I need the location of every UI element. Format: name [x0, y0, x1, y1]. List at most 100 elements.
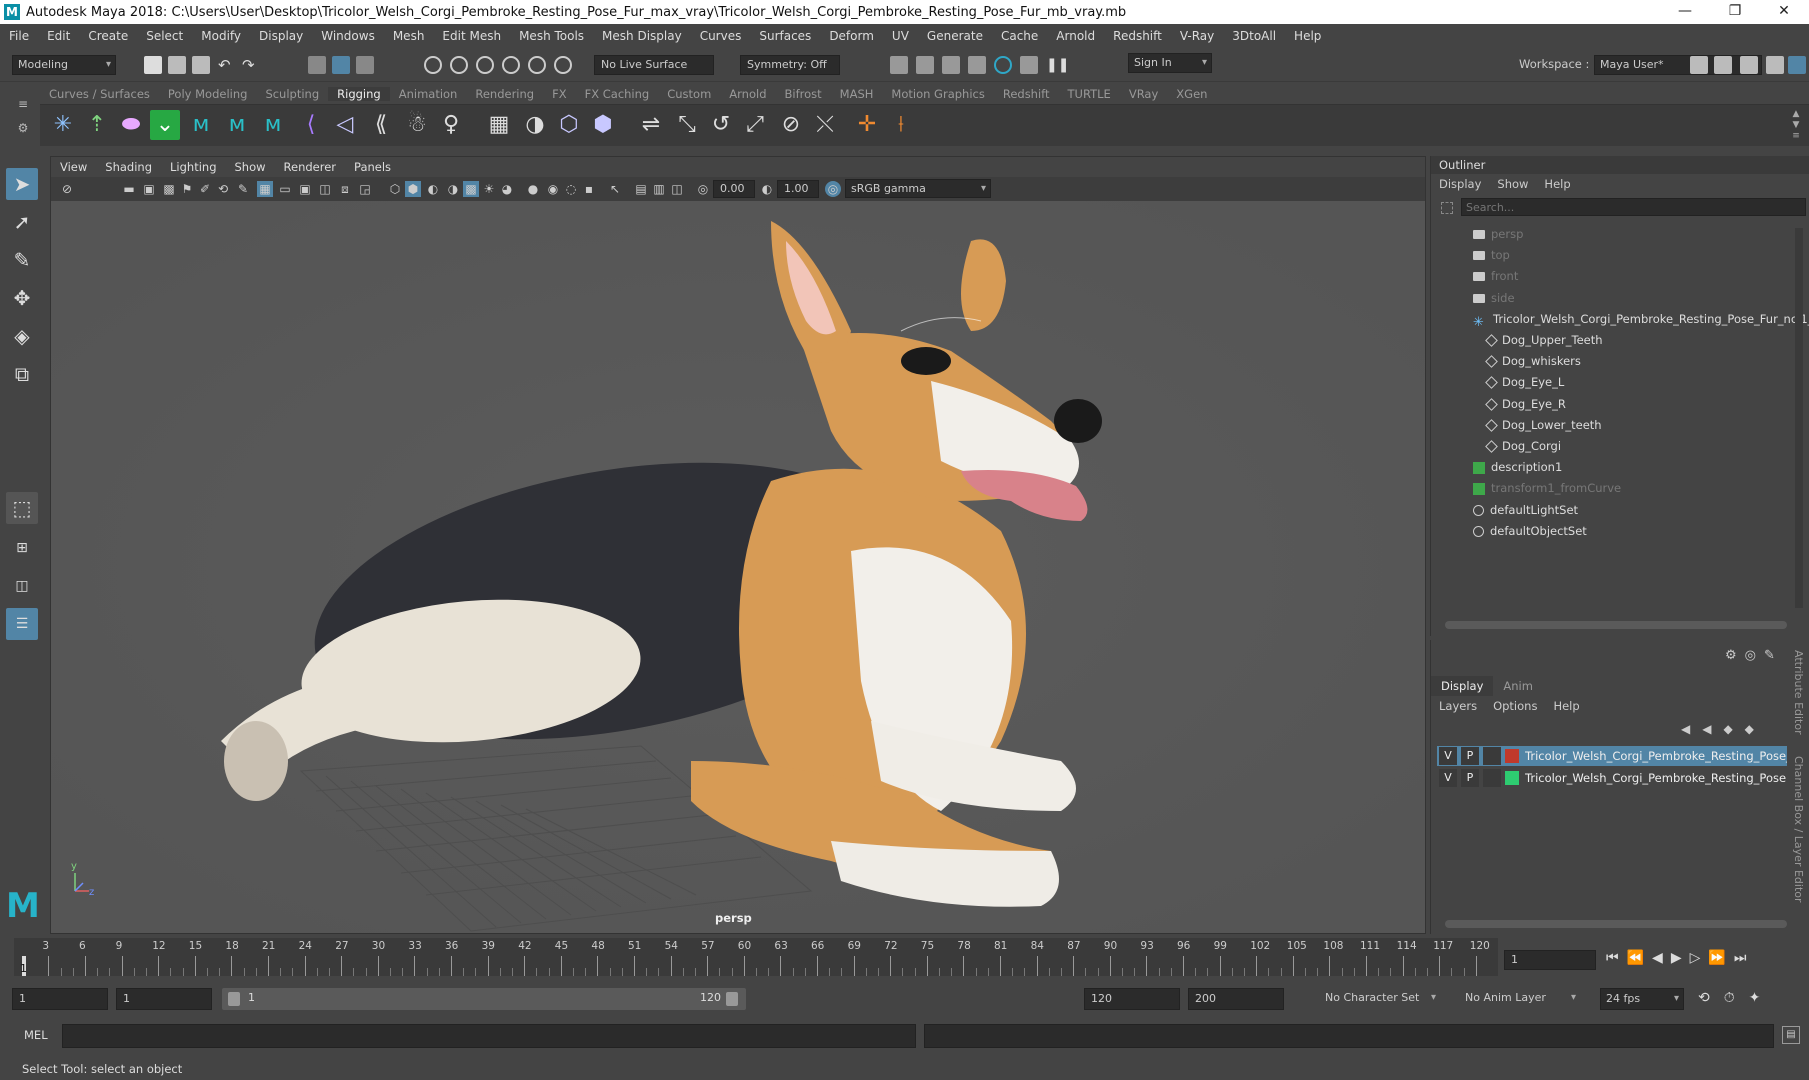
- resolution-gate-icon[interactable]: ▭: [277, 181, 293, 197]
- menu-display[interactable]: Display: [250, 29, 312, 43]
- shelf-tab-rendering[interactable]: Rendering: [466, 87, 543, 101]
- step-forward-frame-icon[interactable]: ▷: [1690, 950, 1709, 966]
- default-material-icon[interactable]: ◐: [425, 181, 441, 197]
- outliner-hscrollbar[interactable]: [1445, 621, 1787, 629]
- xray-icon[interactable]: ↖: [607, 181, 623, 197]
- step-back-frame-icon[interactable]: ◀: [1652, 950, 1671, 966]
- constraint-point-icon[interactable]: ⤡: [672, 110, 702, 140]
- constraint-pole-icon[interactable]: ⤬: [810, 110, 840, 140]
- shelf-tab-turtle[interactable]: TURTLE: [1059, 87, 1120, 101]
- outliner-item[interactable]: Dog_Upper_Teeth: [1485, 330, 1603, 350]
- menu-edit-mesh[interactable]: Edit Mesh: [433, 29, 510, 43]
- layer-menu-help[interactable]: Help: [1545, 699, 1587, 713]
- ipr-render-icon[interactable]: [942, 56, 960, 74]
- layer-action-icons[interactable]: ◀◀◆◆: [1681, 722, 1791, 738]
- outliner-item[interactable]: defaultLightSet: [1473, 500, 1578, 520]
- script-editor-icon[interactable]: ▤: [1782, 1026, 1800, 1044]
- menu-mesh-display[interactable]: Mesh Display: [593, 29, 691, 43]
- shelf-tab-fx[interactable]: FX: [543, 87, 576, 101]
- shelf-tab-xgen[interactable]: XGen: [1167, 87, 1216, 101]
- channel-box-tab[interactable]: Channel Box / Layer Editor: [1792, 756, 1805, 903]
- lattice-icon[interactable]: ▦: [484, 110, 514, 140]
- wrap-icon[interactable]: ⬢: [588, 110, 618, 140]
- layer-tab-anim[interactable]: Anim: [1493, 676, 1543, 696]
- viewport-menu-shading[interactable]: Shading: [96, 160, 161, 174]
- ambient-occlusion-icon[interactable]: ◕: [499, 181, 515, 197]
- viewport-menu-show[interactable]: Show: [226, 160, 275, 174]
- layer-visibility-toggle[interactable]: V: [1439, 747, 1457, 765]
- step-forward-key-icon[interactable]: ⏩: [1708, 950, 1733, 966]
- layer-row[interactable]: V P Tricolor_Welsh_Corgi_Pembroke_Resting_…: [1437, 746, 1787, 766]
- color-management-icon[interactable]: ◎: [825, 181, 841, 197]
- shelf-menu-icon[interactable]: ≡ ⚙: [14, 92, 32, 142]
- layer-playback-toggle[interactable]: P: [1461, 769, 1479, 787]
- save-scene-icon[interactable]: [192, 56, 210, 74]
- scene-canvas[interactable]: y z: [51, 201, 1425, 933]
- mel-input[interactable]: [62, 1024, 916, 1048]
- select-tool-icon[interactable]: ➤: [6, 168, 38, 200]
- go-to-end-icon[interactable]: ⏭: [1734, 950, 1755, 966]
- outliner-item[interactable]: Dog_Eye_L: [1485, 372, 1564, 392]
- symmetry-field[interactable]: Symmetry: Off: [740, 55, 840, 75]
- minimize-button[interactable]: —: [1660, 0, 1710, 24]
- outliner-menu-display[interactable]: Display: [1431, 177, 1489, 191]
- wire-icon[interactable]: ⟪: [366, 110, 396, 140]
- menu-deform[interactable]: Deform: [820, 29, 883, 43]
- constraint-orient-icon[interactable]: ↺: [706, 110, 736, 140]
- exposure-field[interactable]: 0.00: [713, 180, 755, 198]
- depth-of-field-icon[interactable]: ◌: [563, 181, 579, 197]
- outliner-item[interactable]: ✳ Tricolor_Welsh_Corgi_Pembroke_Resting_P…: [1473, 309, 1809, 331]
- select-object-icon[interactable]: [332, 56, 350, 74]
- menu-generate[interactable]: Generate: [918, 29, 992, 43]
- shelf-tab-redshift[interactable]: Redshift: [994, 87, 1059, 101]
- snap-surface-icon[interactable]: [528, 56, 546, 74]
- snap-point-icon[interactable]: [476, 56, 494, 74]
- use-all-lights-icon[interactable]: ▩: [463, 181, 479, 197]
- constraint-aim-icon[interactable]: ⊘: [776, 110, 806, 140]
- smooth-shade-icon[interactable]: ⬢: [405, 181, 421, 197]
- outliner-layout-icon[interactable]: ☰: [6, 608, 38, 640]
- redo-icon[interactable]: ↷: [242, 56, 260, 74]
- bookmark-icon[interactable]: ▣: [141, 181, 157, 197]
- lasso-tool-icon[interactable]: ➚: [6, 206, 38, 238]
- menu-modify[interactable]: Modify: [192, 29, 250, 43]
- shelf-tab-sculpting[interactable]: Sculpting: [256, 87, 328, 101]
- colorspace-dropdown[interactable]: sRGB gamma: [845, 179, 991, 198]
- menu-mesh-tools[interactable]: Mesh Tools: [510, 29, 593, 43]
- outliner-item[interactable]: transform1_fromCurve: [1473, 478, 1621, 498]
- start-time-field[interactable]: 1: [12, 988, 108, 1010]
- layer-color-swatch[interactable]: [1505, 749, 1519, 763]
- close-button[interactable]: ✕: [1759, 0, 1809, 24]
- render-settings-icon[interactable]: [968, 56, 986, 74]
- shelf-tab-mash[interactable]: MASH: [831, 87, 883, 101]
- snap-view-icon[interactable]: [502, 56, 520, 74]
- render-sequence-icon[interactable]: [916, 56, 934, 74]
- four-view-layout-icon[interactable]: ⊞: [6, 532, 38, 564]
- range-start-handle[interactable]: [228, 992, 240, 1006]
- pause-icon[interactable]: ❚❚: [1046, 56, 1069, 74]
- ik-handle-icon[interactable]: ⬬: [116, 110, 146, 140]
- gate-mask-icon[interactable]: ▣: [297, 181, 313, 197]
- scale-tool-icon[interactable]: ⧉: [6, 358, 38, 390]
- hik-icon-c[interactable]: ᴍ: [258, 110, 288, 140]
- layer-visibility-toggle[interactable]: V: [1439, 769, 1457, 787]
- hik-icon-a[interactable]: ᴍ: [186, 110, 216, 140]
- attribute-editor-tab[interactable]: Attribute Editor: [1792, 650, 1805, 735]
- xray-active-icon[interactable]: ▥: [651, 181, 667, 197]
- layer-hscrollbar[interactable]: [1445, 920, 1787, 928]
- shelf-tab-poly-modeling[interactable]: Poly Modeling: [159, 87, 257, 101]
- sign-in-button[interactable]: Sign In: [1128, 53, 1212, 73]
- layer-type-toggle[interactable]: [1483, 747, 1501, 765]
- menu-select[interactable]: Select: [137, 29, 192, 43]
- curve-tool-icon[interactable]: ⟨: [296, 110, 326, 140]
- new-scene-icon[interactable]: [144, 56, 162, 74]
- show-grid-icon[interactable]: ▦: [257, 181, 273, 197]
- layer-menu-options[interactable]: Options: [1485, 699, 1545, 713]
- menu-curves[interactable]: Curves: [691, 29, 751, 43]
- menu-create[interactable]: Create: [79, 29, 137, 43]
- rotate-tool-icon[interactable]: ◈: [6, 320, 38, 352]
- shelf-tab-curves-surfaces[interactable]: Curves / Surfaces: [40, 87, 159, 101]
- cube-deformer-icon[interactable]: ⬡: [554, 110, 584, 140]
- two-d-pan-icon[interactable]: ⚑: [179, 181, 195, 197]
- workspace-icon-d[interactable]: [1766, 56, 1784, 74]
